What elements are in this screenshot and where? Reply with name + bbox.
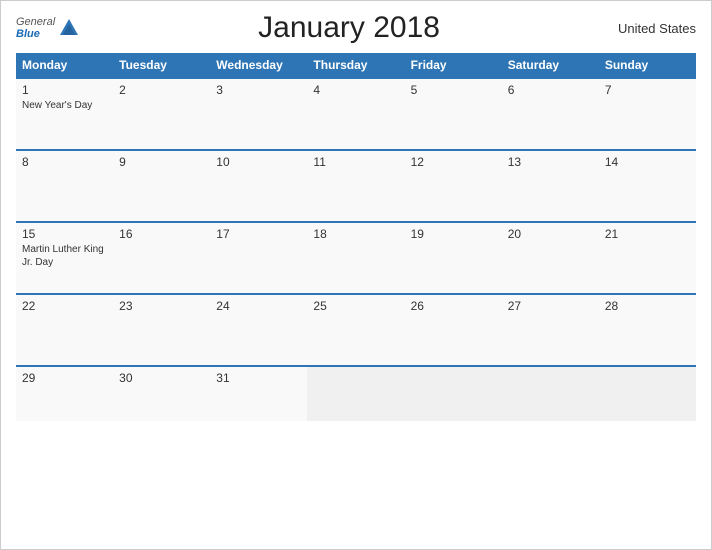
calendar-week-row: 89 10 11 12 13 14 — [16, 150, 696, 222]
table-row: 26 — [405, 294, 502, 366]
logo-general-text: General — [16, 16, 55, 28]
calendar-grid: Monday Tuesday Wednesday Thursday Friday… — [16, 53, 696, 421]
day-number: 24 — [216, 299, 301, 313]
holiday-label: New Year's Day — [22, 99, 107, 112]
table-row: 24 — [210, 294, 307, 366]
table-row — [307, 366, 404, 421]
day-number: 1 — [22, 83, 107, 97]
table-row: 14 — [599, 150, 696, 222]
table-row: 16 — [113, 222, 210, 294]
table-row — [502, 366, 599, 421]
day-number: 13 — [508, 155, 593, 169]
table-row: 27 — [502, 294, 599, 366]
header-saturday: Saturday — [502, 53, 599, 78]
day-number: 12 — [411, 155, 496, 169]
day-number: 26 — [411, 299, 496, 313]
day-number: 19 — [411, 227, 496, 241]
table-row: 11 — [307, 150, 404, 222]
table-row: 18 — [307, 222, 404, 294]
table-row: 10 — [210, 150, 307, 222]
table-row — [405, 366, 502, 421]
table-row: 22 — [16, 294, 113, 366]
day-number: 28 — [605, 299, 690, 313]
weekday-header-row: Monday Tuesday Wednesday Thursday Friday… — [16, 53, 696, 78]
calendar-title: January 2018 — [80, 11, 618, 45]
header-friday: Friday — [405, 53, 502, 78]
day-number: 23 — [119, 299, 204, 313]
table-row: 15 Martin Luther King Jr. Day — [16, 222, 113, 294]
day-number: 25 — [313, 299, 398, 313]
table-row: 25 — [307, 294, 404, 366]
table-row: 13 — [502, 150, 599, 222]
table-row: 12 — [405, 150, 502, 222]
table-row: 9 — [113, 150, 210, 222]
calendar-header: General Blue January 2018 United States — [16, 11, 696, 45]
table-row: 30 — [113, 366, 210, 421]
table-row: 7 — [599, 78, 696, 150]
logo-icon — [58, 17, 80, 39]
header-wednesday: Wednesday — [210, 53, 307, 78]
header-tuesday: Tuesday — [113, 53, 210, 78]
table-row: 17 — [210, 222, 307, 294]
day-number: 7 — [605, 83, 690, 97]
calendar-week-row: 22 23 24 25 26 27 28 — [16, 294, 696, 366]
table-row: 23 — [113, 294, 210, 366]
table-row: 19 — [405, 222, 502, 294]
day-number: 29 — [22, 371, 107, 385]
table-row: 29 — [16, 366, 113, 421]
day-number: 11 — [313, 155, 398, 169]
day-number: 27 — [508, 299, 593, 313]
day-number: 16 — [119, 227, 204, 241]
day-number: 8 — [22, 155, 107, 169]
day-number: 18 — [313, 227, 398, 241]
table-row: 20 — [502, 222, 599, 294]
day-number: 21 — [605, 227, 690, 241]
holiday-label: Martin Luther King Jr. Day — [22, 243, 107, 269]
day-number: 31 — [216, 371, 301, 385]
calendar-container: General Blue January 2018 United States … — [0, 0, 712, 550]
header-monday: Monday — [16, 53, 113, 78]
day-number: 10 — [216, 155, 301, 169]
table-row: 6 — [502, 78, 599, 150]
table-row: 5 — [405, 78, 502, 150]
day-number: 3 — [216, 83, 301, 97]
day-number: 6 — [508, 83, 593, 97]
table-row: 8 — [16, 150, 113, 222]
calendar-week-row: 1 New Year's Day 234567 — [16, 78, 696, 150]
header-thursday: Thursday — [307, 53, 404, 78]
table-row: 21 — [599, 222, 696, 294]
header-sunday: Sunday — [599, 53, 696, 78]
table-row: 2 — [113, 78, 210, 150]
day-number: 14 — [605, 155, 690, 169]
day-number: 22 — [22, 299, 107, 313]
day-number: 4 — [313, 83, 398, 97]
table-row: 1 New Year's Day — [16, 78, 113, 150]
logo-blue-text: Blue — [16, 28, 55, 40]
logo: General Blue — [16, 16, 80, 40]
table-row: 4 — [307, 78, 404, 150]
calendar-week-row: 29 30 31 — [16, 366, 696, 421]
day-number: 30 — [119, 371, 204, 385]
day-number: 2 — [119, 83, 204, 97]
table-row — [599, 366, 696, 421]
day-number: 9 — [119, 155, 204, 169]
table-row: 31 — [210, 366, 307, 421]
table-row: 3 — [210, 78, 307, 150]
calendar-week-row: 15 Martin Luther King Jr. Day 16 17 18 19 20 21 — [16, 222, 696, 294]
table-row: 28 — [599, 294, 696, 366]
day-number: 5 — [411, 83, 496, 97]
day-number: 20 — [508, 227, 593, 241]
day-number: 17 — [216, 227, 301, 241]
country-label: United States — [618, 21, 696, 36]
day-number: 15 — [22, 227, 107, 241]
